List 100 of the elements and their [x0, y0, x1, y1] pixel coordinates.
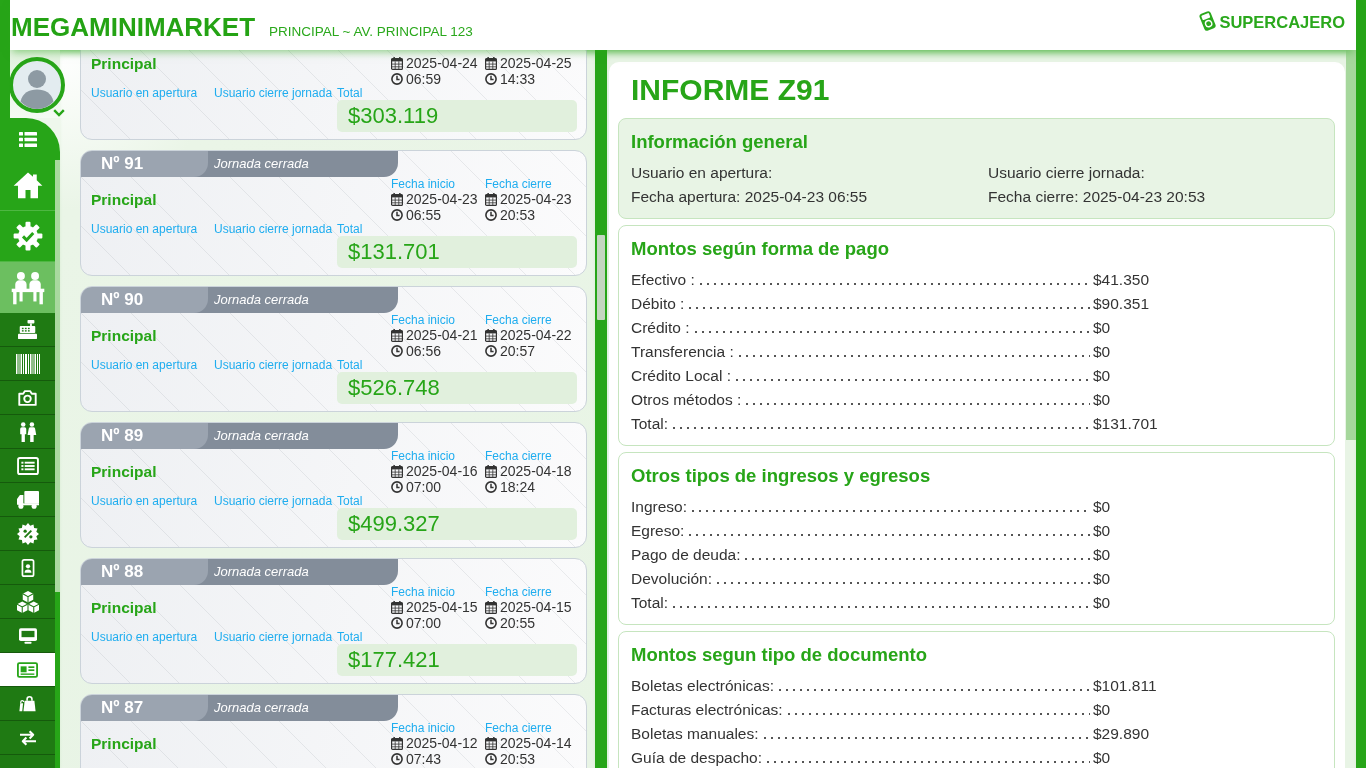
row-value: $0 [1093, 342, 1112, 362]
time-value: 06:59 [406, 71, 442, 87]
date-label: Fecha cierre [485, 178, 553, 191]
field-label: Total [337, 87, 364, 100]
field-label: Usuario cierre jornada [214, 87, 334, 100]
calendar-icon [485, 736, 497, 750]
date-value: 2025-04-12 [406, 735, 478, 751]
row-label: Efectivo : [631, 270, 695, 290]
sidebar-item[interactable] [0, 653, 55, 687]
calendar-icon [485, 600, 497, 614]
calendar-icon [391, 464, 403, 478]
date-value: 2025-04-21 [406, 327, 478, 343]
calendar-icon [391, 328, 403, 342]
clock-icon [485, 209, 497, 221]
field-label: Usuario cierre jornada [214, 631, 334, 644]
row-label: Devolución: [631, 569, 712, 589]
row-label: Débito : [631, 294, 685, 314]
row-value: $41.350 [1093, 270, 1151, 290]
shift-card[interactable]: Nº 87 Jornada cerrada Principal Fecha inicio 2025-04-12 07:43 Fecha cierre 2025-04-14 20:53 [80, 694, 587, 768]
branch-name: Principal [91, 327, 158, 345]
date-label: Fecha cierre [485, 450, 553, 463]
calendar-icon [391, 192, 403, 206]
row-label: Otros métodos : [631, 390, 742, 410]
calendar-icon [485, 56, 497, 70]
time-value: 20:55 [500, 615, 536, 631]
field-label: Usuario cierre jornada [214, 495, 334, 508]
time-value: 18:24 [500, 479, 536, 495]
total-amount: $499.327 [337, 508, 577, 540]
row-label: Boletas manuales: [631, 724, 759, 744]
row-label: Facturas electrónicas: [631, 700, 783, 720]
shift-card[interactable]: Nº 91 Jornada cerrada Principal Fecha inicio 2025-04-23 06:55 Fecha cierre 2025-04-23 20:53 Usuario en apertura Usuario cierre jornada Total $131.701 [80, 150, 587, 276]
row-value: $0 [1093, 318, 1112, 338]
section-heading: Información general [631, 130, 809, 154]
total-amount: $131.701 [337, 236, 577, 268]
row-value: $0 [1093, 390, 1112, 410]
row-label: Crédito : [631, 318, 690, 338]
date-label: Fecha cierre [485, 314, 553, 327]
calendar-icon [391, 600, 403, 614]
section-heading: Montos según forma de pago [631, 237, 890, 261]
time-value: 20:53 [500, 207, 536, 223]
clock-icon [391, 481, 403, 493]
user-avatar[interactable] [9, 57, 65, 113]
row-value: $90.351 [1093, 294, 1151, 314]
time-value: 06:56 [406, 343, 442, 359]
row-value: $29.890 [1093, 724, 1151, 744]
report-title: INFORME Z91 [630, 72, 831, 108]
branch-name: Principal [91, 463, 158, 481]
date-label: Fecha inicio [391, 314, 457, 327]
clock-icon [391, 209, 403, 221]
row-value: $0 [1093, 545, 1112, 565]
branch-name: Principal [91, 191, 158, 209]
shift-card[interactable]: Nº 90 Jornada cerrada Principal Fecha inicio 2025-04-21 06:56 Fecha cierre 2025-04-22 20:57 Usuario en apertura Usuario cierre jornada Total $526.748 [80, 286, 587, 412]
cash-register-icon [18, 320, 37, 339]
row-label: Ingreso: [631, 497, 687, 517]
swap-arrows-icon [18, 729, 37, 746]
date-label: Fecha cierre [485, 722, 553, 735]
time-value: 14:33 [500, 71, 536, 87]
info-field: Usuario en apertura: [631, 161, 988, 185]
list-card-icon [16, 456, 39, 475]
clock-icon [485, 617, 497, 629]
field-label: Total [337, 495, 364, 508]
clock-icon [391, 73, 403, 85]
id-card-icon [17, 661, 38, 678]
row-label: Pago de deuda: [631, 545, 741, 565]
shift-card[interactable]: Nº 88 Jornada cerrada Principal Fecha inicio 2025-04-15 07:00 Fecha cierre 2025-04-15 20:55 Usuario en apertura Usuario cierre jornada Total $177.421 [80, 558, 587, 684]
clock-icon [391, 617, 403, 629]
date-value: 2025-04-14 [500, 735, 572, 751]
row-label: Total: [631, 414, 669, 434]
field-label: Usuario en apertura [91, 495, 199, 508]
row-label: Egreso: [631, 521, 685, 541]
row-value: $0 [1093, 497, 1112, 517]
shopping-bags-icon [19, 694, 36, 713]
time-value: 07:43 [406, 751, 442, 767]
shift-card[interactable]: Nº 89 Jornada cerrada Principal Fecha inicio 2025-04-16 07:00 Fecha cierre 2025-04-18 18:24 Usuario en apertura Usuario cierre jornada Total $499.327 [80, 422, 587, 548]
scrollbar-thumb[interactable] [55, 160, 60, 592]
date-value: 2025-04-23 [500, 191, 572, 207]
field-label: Total [337, 223, 364, 236]
calendar-icon [391, 736, 403, 750]
id-badge-icon [20, 558, 35, 577]
date-value: 2025-04-16 [406, 463, 478, 479]
total-amount: $303.119 [337, 100, 577, 132]
menu-button[interactable] [0, 118, 60, 160]
clock-icon [391, 753, 403, 765]
shift-card[interactable]: Principal 2025-04-24 06:59 2025-04-25 14:33 Usuario en apertura Usuario cierre jornada Total $303.119 [80, 50, 587, 140]
date-value: 2025-04-15 [406, 599, 478, 615]
date-value: 2025-04-23 [406, 191, 478, 207]
time-value: 07:00 [406, 615, 442, 631]
date-label: Fecha cierre [485, 586, 553, 599]
shift-number: Nº 91 [81, 151, 208, 177]
branch-address: PRINCIPAL ~ AV. PRINCIPAL 123 [269, 23, 473, 39]
calendar-icon [485, 192, 497, 206]
scrollbar-thumb[interactable] [597, 235, 605, 320]
scrollbar-thumb[interactable] [1346, 50, 1356, 440]
percent-badge-icon [16, 522, 39, 545]
total-amount: $526.748 [337, 372, 577, 404]
row-value: $0 [1093, 366, 1112, 386]
list-icon [18, 131, 37, 147]
shift-number: Nº 87 [81, 695, 208, 721]
row-value: $0 [1093, 748, 1112, 768]
clock-icon [391, 345, 403, 357]
